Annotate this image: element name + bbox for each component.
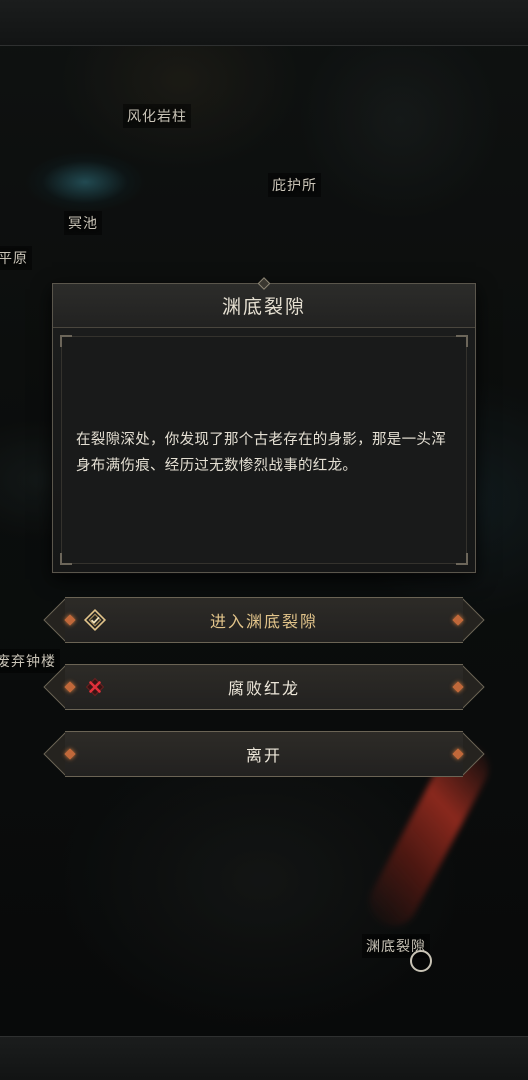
location-marker-icon[interactable] <box>410 950 432 972</box>
map-label-dark-pool[interactable]: 冥池 <box>64 211 102 235</box>
event-dialog: 渊底裂隙 在裂隙深处，你发现了那个古老存在的身影，那是一头浑身布满伤痕、经历过无… <box>52 277 476 573</box>
dialog-header: 渊底裂隙 <box>53 277 475 328</box>
map-label-weathered-pillar[interactable]: 风化岩柱 <box>123 104 191 128</box>
option-label: 离开 <box>245 746 282 765</box>
dialog-title: 渊底裂隙 <box>221 296 306 318</box>
map-label-plains[interactable]: 平原 <box>0 246 32 270</box>
corner-ornament-icon <box>60 553 72 565</box>
option-leave-button[interactable]: 离开 <box>43 731 485 777</box>
map-label-shelter[interactable]: 庇护所 <box>268 173 321 197</box>
option-enter-rift-button[interactable]: 进入渊底裂隙 <box>43 597 485 643</box>
top-frame <box>0 0 528 46</box>
map-label-abandoned-bell-tower[interactable]: 废弃钟楼 <box>0 649 60 673</box>
option-label: 腐败红龙 <box>227 679 300 698</box>
option-corrupted-red-dragon-button[interactable]: 腐败红龙 <box>43 664 485 710</box>
corner-ornament-icon <box>456 335 468 347</box>
corner-ornament-icon <box>60 335 72 347</box>
dialog-description: 在裂隙深处，你发现了那个古老存在的身影，那是一头浑身布满伤痕、经历过无数惨烈战事… <box>76 432 446 474</box>
dialog-body: 在裂隙深处，你发现了那个古老存在的身影，那是一头浑身布满伤痕、经历过无数惨烈战事… <box>60 335 468 565</box>
corner-ornament-icon <box>456 553 468 565</box>
option-label: 进入渊底裂隙 <box>209 612 318 631</box>
bottom-frame <box>0 1036 528 1080</box>
